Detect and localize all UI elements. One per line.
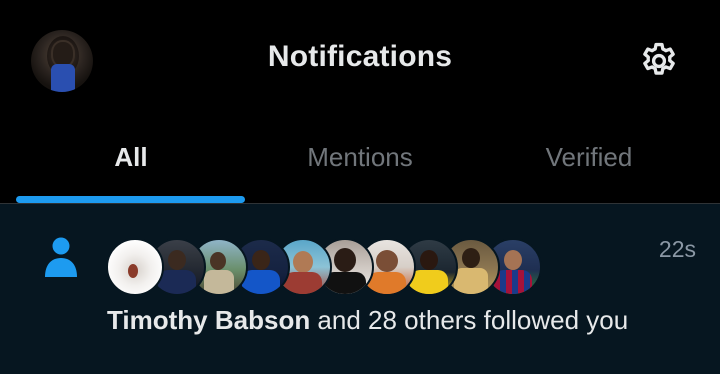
follower-name[interactable]: Timothy Babson [107, 305, 310, 335]
notification-item[interactable]: 22s Timothy Babson and 28 others followe… [0, 204, 720, 374]
notification-timestamp: 22s [658, 236, 696, 262]
header: Notifications [0, 0, 720, 120]
tab-bar: All Mentions Verified [0, 120, 720, 204]
notifications-page: Notifications All Mentions Verified 22s … [0, 0, 720, 374]
follower-avatars [106, 238, 542, 296]
gear-icon[interactable] [638, 40, 680, 82]
page-title: Notifications [267, 40, 453, 73]
follower-avatar[interactable] [106, 238, 164, 296]
active-tab-indicator [16, 196, 245, 203]
notification-text: Timothy Babson and 28 others followed yo… [107, 305, 628, 336]
tab-verified[interactable]: Verified [474, 142, 704, 182]
tab-mentions[interactable]: Mentions [245, 142, 475, 182]
notification-message: and 28 others followed you [310, 305, 629, 335]
person-icon [45, 237, 77, 277]
tab-all[interactable]: All [16, 142, 246, 182]
